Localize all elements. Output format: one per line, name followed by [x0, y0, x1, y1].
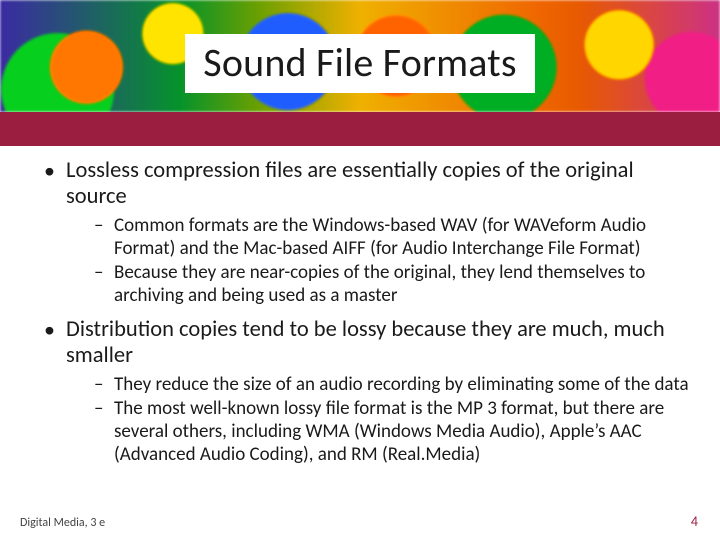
- bullet-item: Distribution copies tend to be lossy bec…: [34, 317, 690, 466]
- sub-bullet-text: Common formats are the Windows-based WAV…: [114, 214, 690, 260]
- bullet-text: Distribution copies tend to be lossy bec…: [66, 317, 690, 369]
- sub-bullet-text: Because they are near-copies of the orig…: [114, 261, 690, 307]
- accent-bar: [0, 112, 720, 146]
- footer-source: Digital Media, 3 e: [20, 516, 105, 530]
- sub-bullet-text: They reduce the size of an audio recordi…: [114, 373, 690, 396]
- sub-bullet-text: The most well-known lossy file format is…: [114, 397, 690, 466]
- sub-bullet-item: Because they are near-copies of the orig…: [66, 261, 690, 307]
- bullet-text: Lossless compression files are essential…: [66, 158, 690, 210]
- sub-bullet-item: The most well-known lossy file format is…: [66, 397, 690, 466]
- slide-body: Lossless compression files are essential…: [0, 152, 720, 476]
- slide: Sound File Formats Lossless compression …: [0, 0, 720, 540]
- title-container: Sound File Formats: [0, 34, 720, 93]
- sub-bullet-item: They reduce the size of an audio recordi…: [66, 373, 690, 396]
- bullet-item: Lossless compression files are essential…: [34, 158, 690, 307]
- slide-title: Sound File Formats: [185, 34, 535, 93]
- slide-number: 4: [691, 513, 698, 530]
- sub-bullet-item: Common formats are the Windows-based WAV…: [66, 214, 690, 260]
